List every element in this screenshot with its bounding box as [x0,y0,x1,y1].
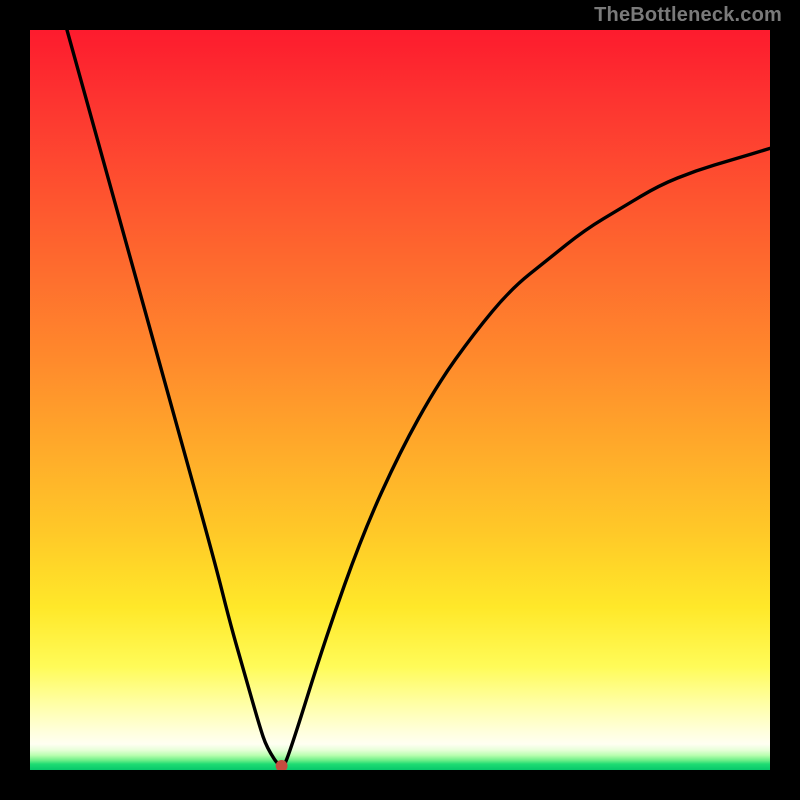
plot-area [30,30,770,770]
curve-svg [30,30,770,770]
bottleneck-curve [67,30,770,766]
chart-frame: TheBottleneck.com [0,0,800,800]
watermark-label: TheBottleneck.com [594,4,782,27]
